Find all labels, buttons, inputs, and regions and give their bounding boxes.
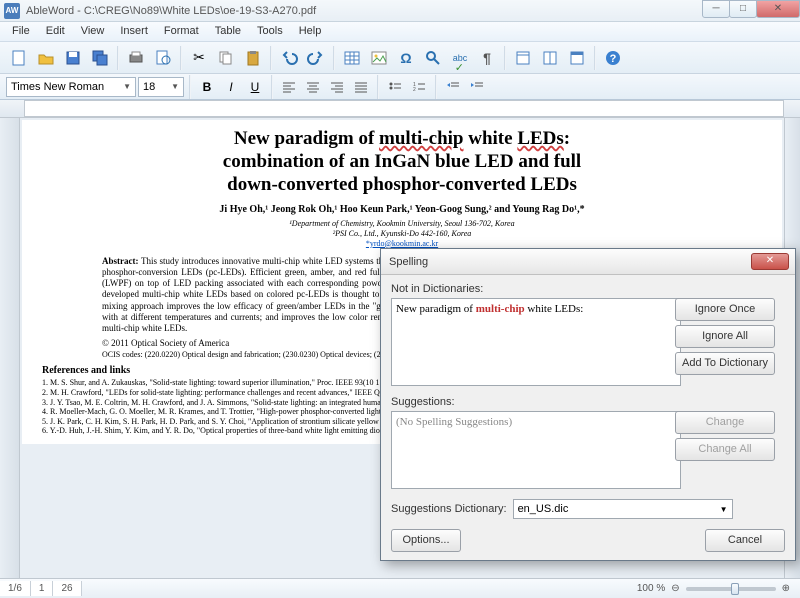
insert-table-icon[interactable]	[339, 45, 365, 71]
insert-image-icon[interactable]	[366, 45, 392, 71]
spellcheck-icon[interactable]: abc✓	[447, 45, 473, 71]
svg-text:2: 2	[413, 87, 416, 93]
align-center-button[interactable]	[302, 76, 324, 98]
ignore-once-button[interactable]: Ignore Once	[675, 298, 775, 321]
titlebar: AW AbleWord - C:\CREG\No89\White LEDs\oe…	[0, 0, 800, 22]
maximize-button[interactable]: □	[729, 0, 757, 18]
zoom-label: 100 %	[637, 583, 665, 594]
window-title: AbleWord - C:\CREG\No89\White LEDs\oe-19…	[26, 5, 316, 17]
doc-authors: Ji Hye Oh,¹ Jeong Rok Oh,¹ Hoo Keun Park…	[42, 204, 762, 215]
align-left-button[interactable]	[278, 76, 300, 98]
dialog-titlebar[interactable]: Spelling ✕	[381, 249, 795, 275]
menu-file[interactable]: File	[4, 22, 38, 41]
outdent-button[interactable]	[442, 76, 464, 98]
menu-insert[interactable]: Insert	[112, 22, 156, 41]
add-to-dictionary-button[interactable]: Add To Dictionary	[675, 352, 775, 375]
layout1-icon[interactable]	[510, 45, 536, 71]
align-right-button[interactable]	[326, 76, 348, 98]
indent-button[interactable]	[466, 76, 488, 98]
layout2-icon[interactable]	[537, 45, 563, 71]
cancel-button[interactable]: Cancel	[705, 529, 785, 552]
number-list-button[interactable]: 12	[408, 76, 430, 98]
italic-button[interactable]: I	[220, 76, 242, 98]
save-icon[interactable]	[60, 45, 86, 71]
underline-button[interactable]: U	[244, 76, 266, 98]
zoom-in-button[interactable]: ⊕	[782, 583, 790, 594]
line-indicator: 1	[31, 581, 54, 596]
menu-help[interactable]: Help	[291, 22, 330, 41]
pilcrow-icon[interactable]: ¶	[474, 45, 500, 71]
close-button[interactable]: ✕	[756, 0, 800, 18]
horizontal-ruler	[0, 100, 800, 118]
doc-title: New paradigm of multi-chip white LEDs: c…	[42, 128, 762, 196]
save-all-icon[interactable]	[87, 45, 113, 71]
status-bar: 1/6 1 26 100 % ⊖ ⊕	[0, 578, 800, 598]
menu-edit[interactable]: Edit	[38, 22, 73, 41]
options-button[interactable]: Options...	[391, 529, 461, 552]
paste-icon[interactable]	[240, 45, 266, 71]
window-controls: ─ □ ✕	[703, 0, 800, 18]
app-icon: AW	[4, 3, 20, 19]
zoom-slider[interactable]	[686, 587, 776, 591]
dialog-close-button[interactable]: ✕	[751, 253, 789, 270]
bullet-list-button[interactable]	[384, 76, 406, 98]
page-indicator[interactable]: 1/6	[0, 581, 31, 596]
minimize-button[interactable]: ─	[702, 0, 730, 18]
redo-icon[interactable]	[303, 45, 329, 71]
menu-tools[interactable]: Tools	[249, 22, 291, 41]
insert-symbol-icon[interactable]: Ω	[393, 45, 419, 71]
svg-text:?: ?	[610, 53, 617, 65]
change-button: Change	[675, 411, 775, 434]
help-icon[interactable]: ?	[600, 45, 626, 71]
undo-icon[interactable]	[276, 45, 302, 71]
col-indicator: 26	[53, 581, 81, 596]
cut-icon[interactable]: ✂	[186, 45, 212, 71]
format-bar: Times New Roman▼ 18▼ B I U 12	[0, 74, 800, 100]
menu-format[interactable]: Format	[156, 22, 207, 41]
doc-affil-1: ¹Department of Chemistry, Kookmin Univer…	[42, 219, 762, 229]
bold-button[interactable]: B	[196, 76, 218, 98]
open-icon[interactable]	[33, 45, 59, 71]
doc-email: *yrdo@kookmin.ac.kr	[42, 239, 762, 248]
menu-bar: File Edit View Insert Format Table Tools…	[0, 22, 800, 42]
align-justify-button[interactable]	[350, 76, 372, 98]
vertical-ruler	[0, 118, 20, 578]
layout3-icon[interactable]	[564, 45, 590, 71]
main-toolbar: ✂ Ω abc✓ ¶ ?	[0, 42, 800, 74]
font-name-combo[interactable]: Times New Roman▼	[6, 77, 136, 97]
print-icon[interactable]	[123, 45, 149, 71]
suggestions-label: Suggestions:	[391, 396, 785, 408]
doc-affil-2: ²PSI Co., Ltd., Kyunski-Do 442-160, Kore…	[42, 229, 762, 239]
find-icon[interactable]	[420, 45, 446, 71]
zoom-out-button[interactable]: ⊖	[671, 583, 679, 594]
dict-label: Suggestions Dictionary:	[391, 503, 507, 515]
spelling-dialog: Spelling ✕ Not in Dictionaries: New para…	[380, 248, 796, 561]
not-in-dict-label: Not in Dictionaries:	[391, 283, 785, 295]
ignore-all-button[interactable]: Ignore All	[675, 325, 775, 348]
new-icon[interactable]	[6, 45, 32, 71]
change-all-button: Change All	[675, 438, 775, 461]
print-preview-icon[interactable]	[150, 45, 176, 71]
not-in-dict-field[interactable]: New paradigm of multi-chip white LEDs:	[391, 298, 681, 386]
menu-view[interactable]: View	[73, 22, 113, 41]
dictionary-combo[interactable]: en_US.dic▼	[513, 499, 733, 519]
menu-table[interactable]: Table	[207, 22, 249, 41]
font-size-combo[interactable]: 18▼	[138, 77, 184, 97]
dialog-title: Spelling	[389, 256, 428, 268]
suggestions-list[interactable]: (No Spelling Suggestions)	[391, 411, 681, 489]
copy-icon[interactable]	[213, 45, 239, 71]
